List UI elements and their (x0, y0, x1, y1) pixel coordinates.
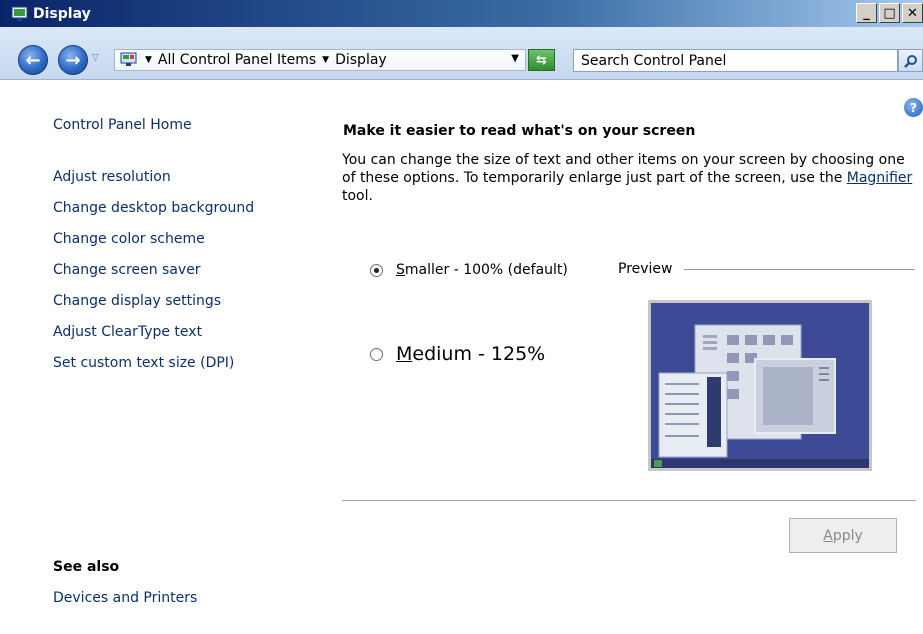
content-divider (342, 500, 916, 501)
preview-image (648, 300, 872, 471)
maximize-button[interactable]: □ (879, 3, 900, 23)
change-screen-saver-link[interactable]: Change screen saver (53, 262, 201, 278)
radio-medium[interactable] (370, 347, 383, 361)
address-dropdown-icon[interactable]: ▼ (511, 53, 519, 64)
change-desktop-background-link[interactable]: Change desktop background (53, 200, 254, 216)
help-icon[interactable]: ? (904, 98, 923, 117)
preview-divider (684, 269, 915, 270)
search-input[interactable] (574, 50, 897, 71)
option-smaller-label: Smaller - 100% (default) (396, 262, 568, 278)
close-button[interactable]: ✕ (902, 3, 923, 23)
apply-label: pply (832, 527, 863, 544)
control-panel-home-link[interactable]: Control Panel Home (53, 117, 192, 133)
adjust-cleartype-text-link[interactable]: Adjust ClearType text (53, 324, 202, 340)
window-title: Display (33, 5, 91, 22)
accelerator-key: M (396, 343, 413, 365)
minimize-button[interactable]: _ (856, 3, 877, 23)
page-description: You can change the size of text and othe… (342, 151, 922, 205)
breadcrumb-item-all-control-panel-items[interactable]: All Control Panel Items (158, 52, 316, 68)
chevron-down-icon[interactable]: ▼ (145, 55, 152, 65)
change-display-settings-link[interactable]: Change display settings (53, 293, 221, 309)
option-medium-label-text: edium - 125% (412, 343, 546, 365)
refresh-icon[interactable]: ⇆ (528, 49, 555, 71)
chevron-down-icon[interactable]: ▼ (322, 55, 329, 65)
title-bar: Display _ □ ✕ (0, 0, 923, 27)
breadcrumb: ▼ All Control Panel Items ▼ Display (145, 52, 387, 68)
search-icon[interactable] (898, 49, 923, 72)
accelerator-key: S (396, 262, 405, 278)
control-panel-icon (119, 52, 139, 68)
set-custom-text-size-link[interactable]: Set custom text size (DPI) (53, 355, 234, 371)
breadcrumb-item-display[interactable]: Display (335, 52, 387, 68)
back-arrow-icon[interactable]: ← (18, 45, 48, 75)
apply-button[interactable]: Apply (789, 518, 897, 553)
magnifier-link[interactable]: Magnifier (847, 170, 913, 186)
description-text-end: tool. (342, 188, 373, 204)
change-color-scheme-link[interactable]: Change color scheme (53, 231, 205, 247)
option-smaller[interactable]: Smaller - 100% (default) (370, 262, 568, 278)
left-pane: Control Panel Home Adjust resolution Cha… (0, 80, 330, 634)
description-text: You can change the size of text and othe… (342, 152, 905, 186)
address-bar[interactable]: ▼ All Control Panel Items ▼ Display ▼ (114, 49, 526, 71)
radio-smaller[interactable] (370, 263, 383, 277)
search-field[interactable] (573, 49, 898, 72)
recent-pages-dropdown-icon[interactable]: ▽ (92, 53, 99, 63)
option-smaller-label-text: maller - 100% (default) (404, 262, 568, 278)
page-title: Make it easier to read what's on your sc… (343, 123, 696, 139)
adjust-resolution-link[interactable]: Adjust resolution (53, 169, 171, 185)
accelerator-key: A (823, 527, 833, 544)
option-medium[interactable]: Medium - 125% (370, 343, 545, 365)
window-controls: _ □ ✕ (856, 3, 923, 23)
preview-label: Preview (618, 261, 673, 277)
forward-arrow-icon[interactable]: → (58, 45, 88, 75)
see-also-heading: See also (53, 559, 120, 575)
navigation-bar: ← → ▽ ▼ All Control Panel Items ▼ Displa… (0, 27, 923, 80)
display-icon (11, 6, 28, 22)
option-medium-label: Medium - 125% (396, 343, 545, 365)
devices-and-printers-link[interactable]: Devices and Printers (53, 590, 197, 606)
